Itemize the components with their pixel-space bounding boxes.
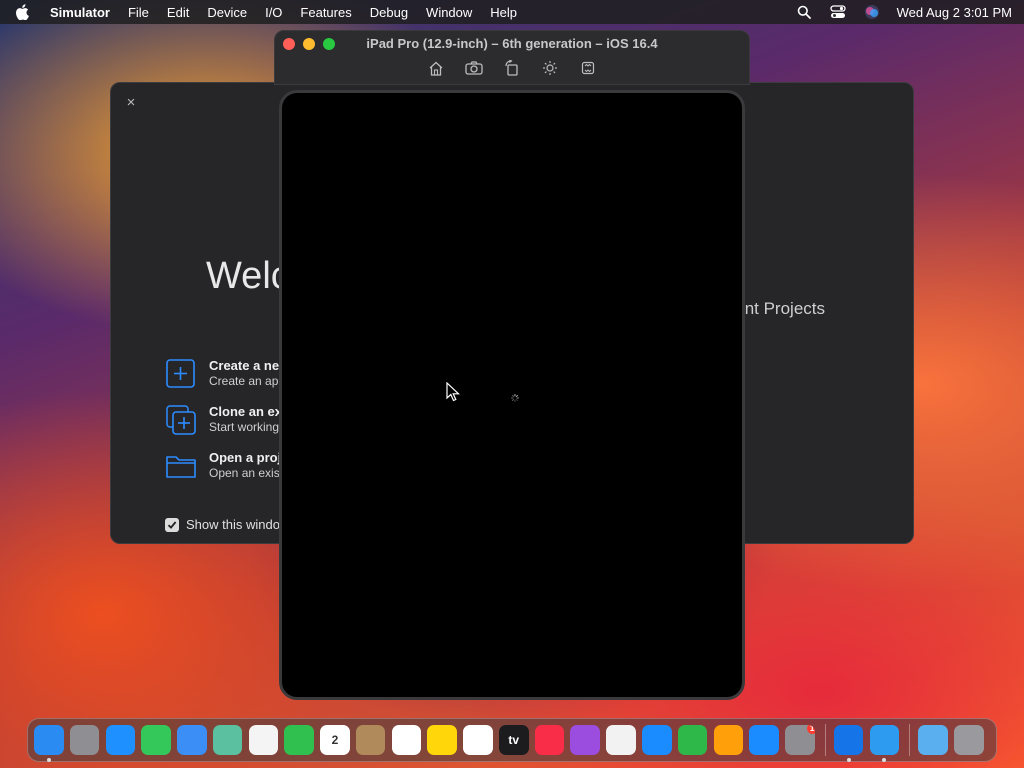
show-window-checkbox[interactable] xyxy=(165,517,179,532)
clone-project-subtitle: Start working on something from a Git re… xyxy=(209,420,285,434)
dock-launchpad-icon[interactable] xyxy=(69,725,100,755)
simulator-window-titlebar: iPad Pro (12.9-inch) – 6th generation – … xyxy=(274,30,750,85)
dock-messages-icon[interactable] xyxy=(141,725,171,755)
dock-music-icon[interactable] xyxy=(534,725,565,755)
dock-mail-icon[interactable] xyxy=(177,725,207,755)
welcome-title: Welcome to Xcode xyxy=(206,255,284,297)
plus-square-icon xyxy=(165,358,197,390)
running-indicator xyxy=(846,758,851,762)
menubar-clock[interactable]: Wed Aug 2 3:01 PM xyxy=(897,5,1012,20)
create-project-subtitle: Create an app for iPhone, iPad, Mac, App… xyxy=(209,374,285,388)
apple-menu-icon[interactable] xyxy=(12,2,32,22)
dock-freeform-icon[interactable] xyxy=(463,725,493,755)
clone-icon xyxy=(165,404,197,436)
dock-system-settings-icon[interactable]: 1 xyxy=(785,725,815,755)
dock-pages-icon[interactable] xyxy=(713,725,744,755)
open-project-title: Open a project or file xyxy=(209,450,285,465)
home-icon[interactable] xyxy=(426,59,446,77)
clone-project-text: Clone an existing project Start working … xyxy=(209,404,285,435)
dock-finder-icon[interactable] xyxy=(34,725,64,762)
menu-edit[interactable]: Edit xyxy=(167,5,189,20)
dock-news-icon[interactable] xyxy=(606,725,636,755)
create-project-title: Create a new Xcode project xyxy=(209,358,285,373)
siri-icon[interactable] xyxy=(863,3,881,21)
menu-features[interactable]: Features xyxy=(300,5,351,20)
dock-safari-icon[interactable] xyxy=(105,725,136,755)
dock-downloads-icon[interactable] xyxy=(918,725,948,755)
shake-icon[interactable] xyxy=(578,59,598,77)
dock-calendar-icon[interactable]: 2 xyxy=(320,725,350,755)
menu-bar: Simulator File Edit Device I/O Features … xyxy=(0,0,1024,24)
mouse-cursor-icon xyxy=(446,382,460,402)
menu-window[interactable]: Window xyxy=(426,5,472,20)
menu-help[interactable]: Help xyxy=(490,5,517,20)
create-project-action[interactable]: Create a new Xcode project Create an app… xyxy=(165,358,285,390)
running-indicator xyxy=(882,758,887,762)
open-project-action[interactable]: Open a project or file Open an existing … xyxy=(165,450,285,482)
show-window-checkbox-row[interactable]: Show this window when Xcode launches xyxy=(165,517,282,532)
dock-notes-icon[interactable] xyxy=(427,725,457,755)
simulator-toolbar xyxy=(275,59,749,77)
dock-trash-icon[interactable] xyxy=(954,725,984,755)
menu-io[interactable]: I/O xyxy=(265,5,282,20)
open-project-subtitle: Open an existing project or file on your… xyxy=(209,466,285,480)
ipad-simulator-screen[interactable] xyxy=(279,90,745,700)
simulator-window-title: iPad Pro (12.9-inch) – 6th generation – … xyxy=(366,36,658,51)
dock-podcasts-icon[interactable] xyxy=(570,725,601,755)
dock-app-store-icon[interactable] xyxy=(749,725,779,755)
dock-tv-icon[interactable]: tv xyxy=(498,725,529,755)
menu-debug[interactable]: Debug xyxy=(370,5,408,20)
dock-numbers-icon[interactable] xyxy=(677,725,708,755)
show-window-label: Show this window when Xcode launches xyxy=(186,517,282,532)
dock-maps-icon[interactable] xyxy=(212,725,243,755)
spotlight-search-icon[interactable] xyxy=(795,3,813,21)
running-indicator xyxy=(46,758,51,762)
dock-separator xyxy=(909,724,911,756)
close-icon[interactable]: × xyxy=(123,95,139,111)
recent-projects-text: No Recent Projects xyxy=(739,299,825,318)
dock-contacts-icon[interactable] xyxy=(355,725,386,755)
screenshot-icon[interactable] xyxy=(464,59,484,77)
menu-device[interactable]: Device xyxy=(207,5,247,20)
notification-badge: 1 xyxy=(806,725,815,734)
control-center-icon[interactable] xyxy=(829,3,847,21)
clone-project-title: Clone an existing project xyxy=(209,404,285,419)
dock-tv-label: tv xyxy=(508,733,520,747)
dock-calendar-label: 2 xyxy=(331,733,339,747)
dock-separator xyxy=(824,724,826,756)
loading-spinner-icon xyxy=(511,394,519,402)
dock-photos-icon[interactable] xyxy=(248,725,279,755)
rotate-icon[interactable] xyxy=(502,59,522,77)
appearance-icon[interactable] xyxy=(540,59,560,77)
dock-keynote-icon[interactable] xyxy=(642,725,672,755)
open-project-text: Open a project or file Open an existing … xyxy=(209,450,285,481)
dock: 2 tv 1 xyxy=(27,718,997,762)
dock-reminders-icon[interactable] xyxy=(391,725,422,755)
clone-project-action[interactable]: Clone an existing project Start working … xyxy=(165,404,285,436)
dock-facetime-icon[interactable] xyxy=(284,725,314,755)
folder-icon xyxy=(165,450,197,482)
menu-app-name[interactable]: Simulator xyxy=(50,5,110,20)
recent-projects-label: No Recent Projects xyxy=(739,299,825,319)
create-project-text: Create a new Xcode project Create an app… xyxy=(209,358,285,389)
menu-file[interactable]: File xyxy=(128,5,149,20)
dock-xcode-icon[interactable] xyxy=(833,725,864,762)
dock-simulator-icon[interactable] xyxy=(869,725,900,762)
